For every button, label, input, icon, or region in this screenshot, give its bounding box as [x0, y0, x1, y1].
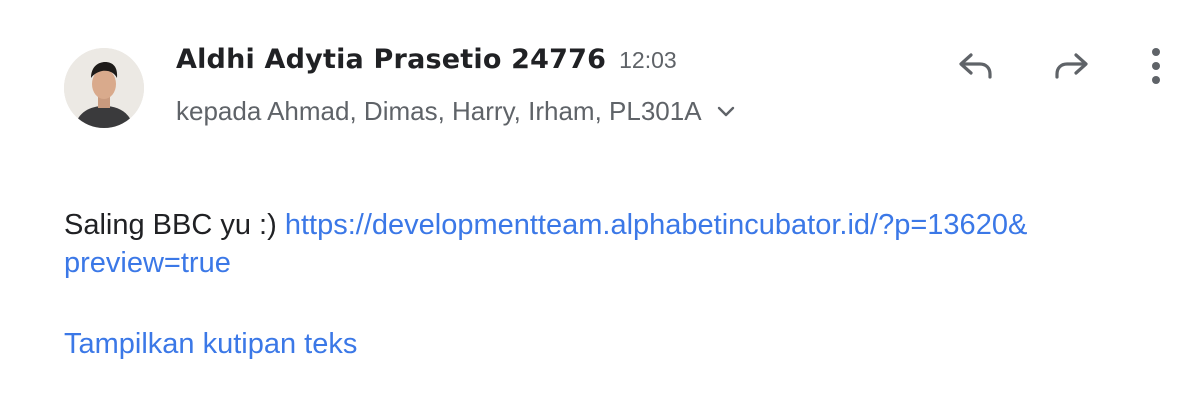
recipients-text: kepada Ahmad, Dimas, Harry, Irham, PL301…: [176, 96, 702, 126]
sender-line: Aldhi Adytia Prasetio 24776 12:03: [176, 44, 677, 75]
sent-time: 12:03: [619, 47, 677, 73]
more-options-button[interactable]: [1128, 38, 1184, 94]
recipients-toggle[interactable]: kepada Ahmad, Dimas, Harry, Irham, PL301…: [176, 96, 736, 127]
forward-button[interactable]: [1043, 38, 1099, 94]
more-vert-icon: [1152, 48, 1160, 84]
reply-button[interactable]: [948, 38, 1004, 94]
chevron-down-icon: [716, 105, 736, 119]
avatar-photo: [64, 48, 144, 128]
sender-avatar[interactable]: [64, 48, 144, 128]
show-quoted-text-button[interactable]: Tampilkan kutipan teks: [64, 328, 357, 361]
link-line-2: preview=true: [64, 247, 231, 279]
email-body: Saling BBC yu :) https://developmentteam…: [64, 206, 1144, 282]
forward-icon: [1055, 53, 1088, 79]
email-header: Aldhi Adytia Prasetio 24776 12:03 kepada…: [0, 0, 1200, 150]
sender-name[interactable]: Aldhi Adytia Prasetio 24776: [176, 44, 606, 75]
body-text: Saling BBC yu :): [64, 209, 285, 241]
reply-icon: [959, 53, 992, 79]
link-line-1: https://developmentteam.alphabetincubato…: [284, 209, 1028, 241]
